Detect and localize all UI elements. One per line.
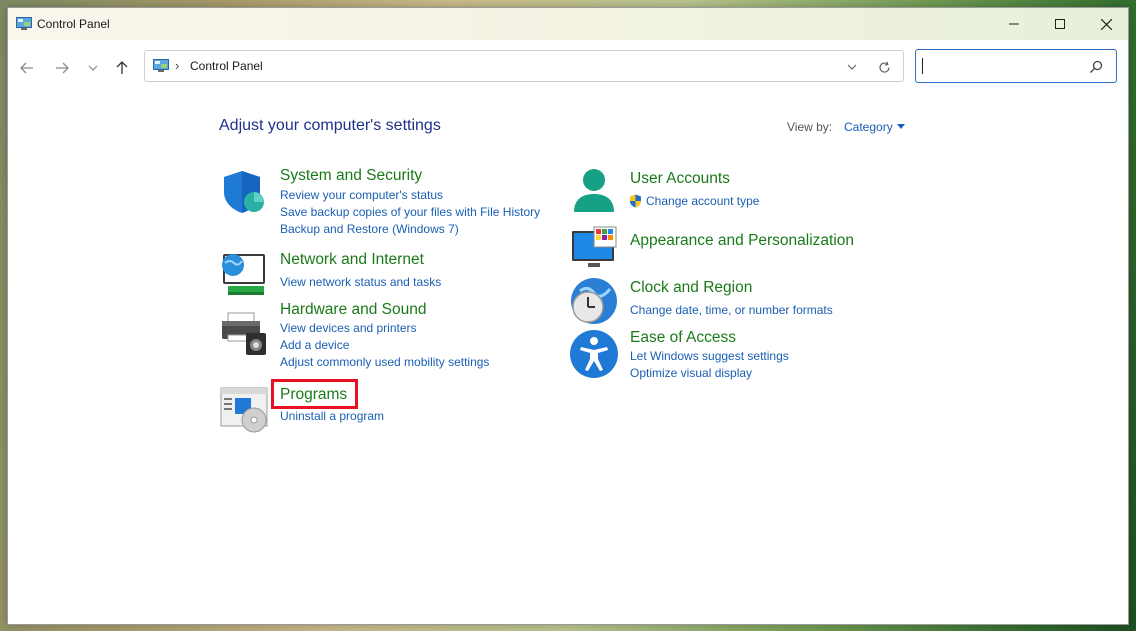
devices-printers-link[interactable]: View devices and printers <box>280 321 417 335</box>
clock-globe-icon[interactable] <box>570 277 618 325</box>
mobility-settings-link[interactable]: Adjust commonly used mobility settings <box>280 355 489 369</box>
ease-of-access-link[interactable]: Ease of Access <box>630 329 736 347</box>
uac-shield-icon <box>630 194 641 208</box>
add-device-link[interactable]: Add a device <box>280 338 349 352</box>
search-input[interactable] <box>915 49 1117 83</box>
close-button[interactable] <box>1083 8 1129 40</box>
text-caret <box>922 58 923 74</box>
arrow-left-icon <box>20 62 33 74</box>
arrow-up-icon <box>116 61 128 74</box>
refresh-icon <box>878 61 890 73</box>
arrow-right-icon <box>56 62 69 74</box>
refresh-button[interactable] <box>874 57 894 77</box>
monitor-palette-icon[interactable] <box>570 225 618 273</box>
title-bar: Control Panel <box>8 8 1128 40</box>
uninstall-program-link[interactable]: Uninstall a program <box>280 409 384 423</box>
minimize-icon <box>1009 23 1019 25</box>
maximize-icon <box>1055 19 1065 29</box>
network-status-link[interactable]: View network status and tasks <box>280 275 441 289</box>
breadcrumb-control-panel[interactable]: Control Panel <box>190 59 263 73</box>
user-icon[interactable] <box>570 168 618 216</box>
suggest-settings-link[interactable]: Let Windows suggest settings <box>630 349 789 363</box>
view-by-label: View by: <box>787 120 833 134</box>
appearance-personalization-link[interactable]: Appearance and Personalization <box>630 232 854 250</box>
address-history-button[interactable] <box>842 57 862 77</box>
printer-speaker-icon[interactable] <box>220 309 268 357</box>
hardware-sound-link[interactable]: Hardware and Sound <box>280 301 427 319</box>
close-icon <box>1100 18 1112 30</box>
back-button[interactable] <box>17 58 37 78</box>
review-status-link[interactable]: Review your computer's status <box>280 188 443 202</box>
minimize-button[interactable] <box>991 8 1037 40</box>
network-internet-link[interactable]: Network and Internet <box>280 251 424 269</box>
programs-disc-icon[interactable] <box>220 386 268 434</box>
view-by-dropdown[interactable]: Category <box>844 120 893 134</box>
control-panel-window: Control Panel › Control Panel Adjust you… <box>7 7 1129 625</box>
accessibility-icon[interactable] <box>570 330 618 378</box>
change-account-type-link[interactable]: Change account type <box>646 194 759 208</box>
maximize-button[interactable] <box>1037 8 1083 40</box>
clock-region-link[interactable]: Clock and Region <box>630 279 752 297</box>
up-button[interactable] <box>112 58 132 78</box>
forward-button[interactable] <box>52 58 72 78</box>
dropdown-arrow-icon[interactable] <box>897 124 905 129</box>
window-title: Control Panel <box>37 17 110 31</box>
chevron-down-icon <box>88 65 98 71</box>
user-accounts-link[interactable]: User Accounts <box>630 170 730 188</box>
optimize-display-link[interactable]: Optimize visual display <box>630 366 752 380</box>
backup-restore-link[interactable]: Backup and Restore (Windows 7) <box>280 222 459 236</box>
globe-network-icon[interactable] <box>220 249 268 297</box>
chevron-down-icon <box>847 64 857 70</box>
shield-icon[interactable] <box>220 168 268 216</box>
search-icon[interactable] <box>1088 59 1104 75</box>
programs-highlight-box <box>271 379 358 409</box>
control-panel-icon <box>153 59 169 72</box>
system-security-link[interactable]: System and Security <box>280 167 422 185</box>
breadcrumb-separator: › <box>175 58 180 73</box>
control-panel-icon <box>16 17 32 30</box>
file-history-link[interactable]: Save backup copies of your files with Fi… <box>280 205 540 219</box>
date-time-formats-link[interactable]: Change date, time, or number formats <box>630 303 833 317</box>
recent-locations-button[interactable] <box>83 58 103 78</box>
page-heading: Adjust your computer's settings <box>219 117 441 134</box>
navigation-bar: › Control Panel <box>8 40 1128 92</box>
address-bar[interactable]: › Control Panel <box>144 50 904 82</box>
